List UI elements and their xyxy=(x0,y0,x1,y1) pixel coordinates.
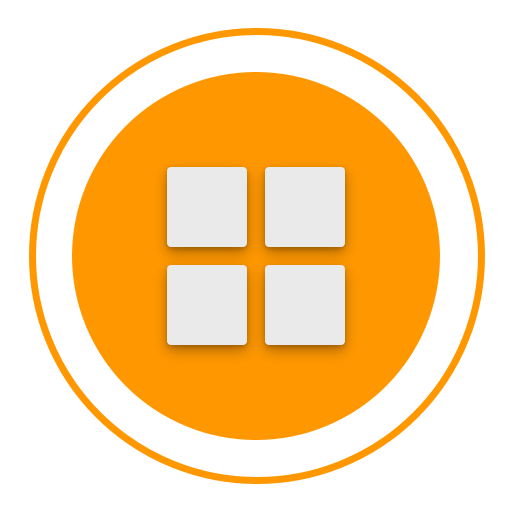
grid-tile-bottom-right xyxy=(265,265,345,345)
grid-tile-top-left xyxy=(167,167,247,247)
grid-apps-icon[interactable] xyxy=(72,72,440,440)
app-icon-canvas xyxy=(0,0,512,512)
grid-tile-top-right xyxy=(265,167,345,247)
grid-tile-bottom-left xyxy=(167,265,247,345)
